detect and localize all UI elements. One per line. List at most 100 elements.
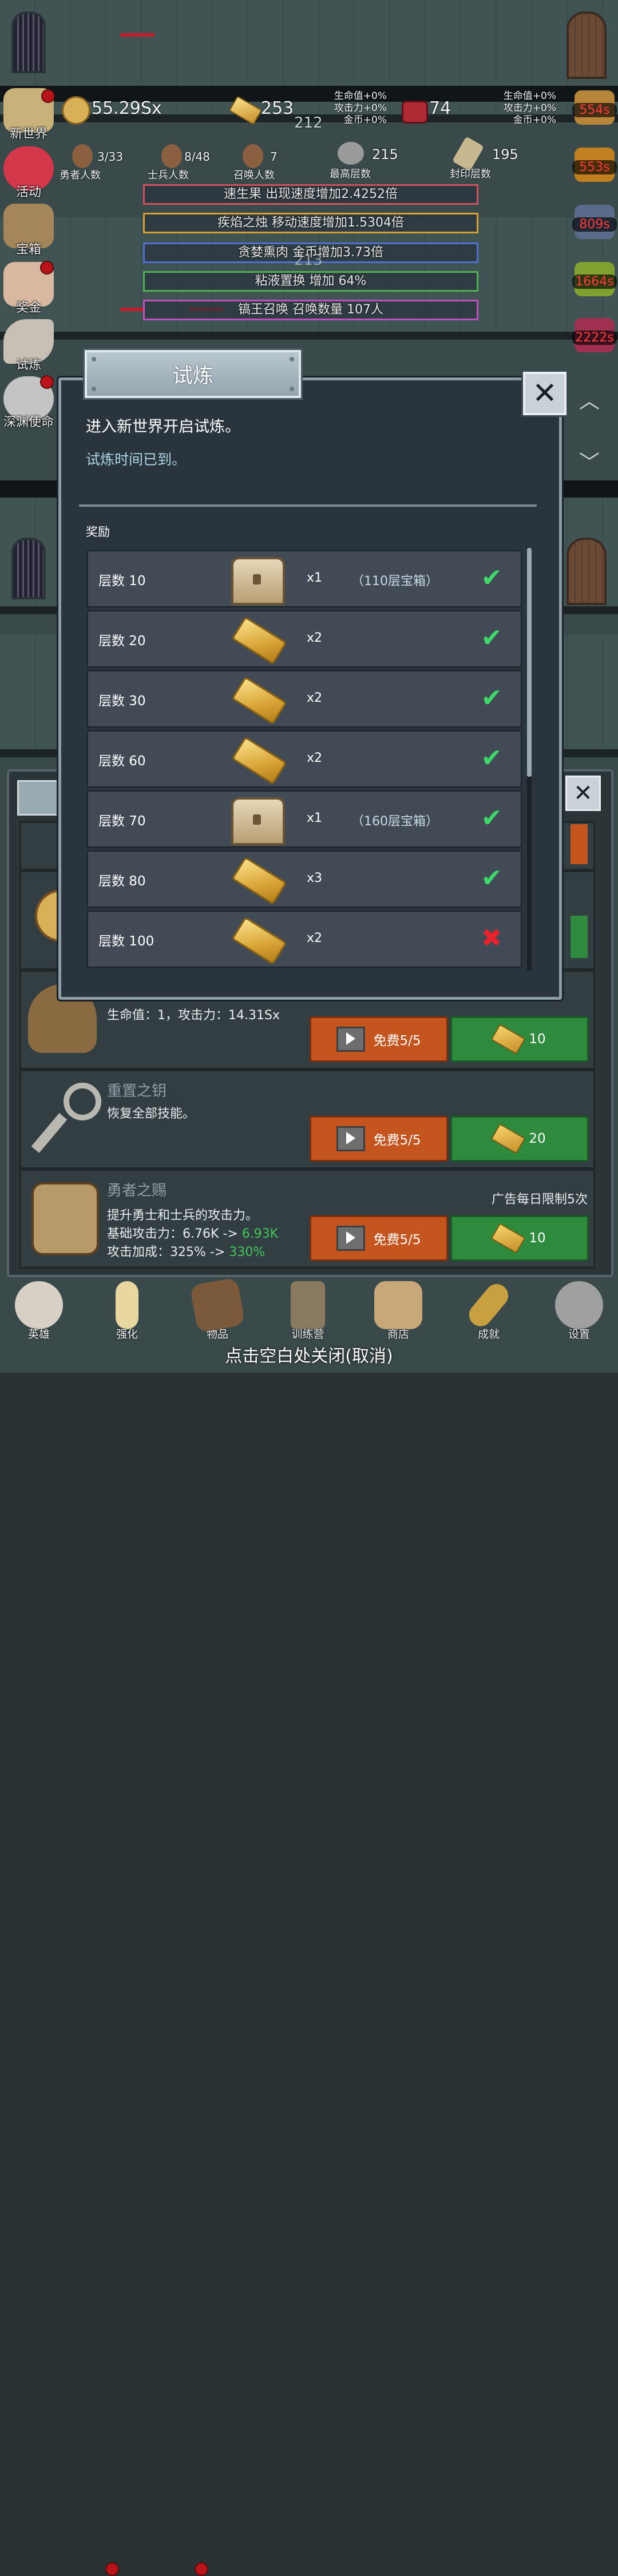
- check-icon: ✔: [481, 744, 502, 773]
- video-play-icon: [336, 1126, 366, 1151]
- side-item-chest[interactable]: 宝箱: [0, 204, 57, 257]
- enemy-health-bar: [120, 308, 143, 311]
- shop-row-reset-key: 重置之钥 恢复全部技能。 免费5/5 20: [19, 1070, 595, 1169]
- reward-row: 层数 60 x2 ✔: [87, 730, 522, 788]
- gold-bar-sub-value: 212: [294, 114, 323, 132]
- side-item-trial[interactable]: 试炼: [0, 319, 57, 373]
- shop-row-title: 勇者之赐: [107, 1182, 167, 1199]
- summon-icon: [243, 144, 263, 168]
- base-attack-line: 基础攻击力：6.76K -> 6.93K: [107, 1227, 279, 1241]
- buff-item: 速生果 出现速度增加2.4252倍: [143, 184, 478, 205]
- gold-bar-icon: [231, 916, 287, 965]
- tap-to-close-hint[interactable]: 点击空白处关闭(取消): [0, 1342, 618, 1367]
- book-icon: [189, 1277, 245, 1333]
- soldier-count: 8/48: [184, 150, 210, 164]
- timer-item[interactable]: 554s: [572, 90, 617, 134]
- buy-with-gold-button[interactable]: 10: [450, 1016, 589, 1062]
- buy-with-gold-button[interactable]: 20: [450, 1116, 589, 1162]
- ad-limit-note: 广告每日限制5次: [492, 1192, 588, 1207]
- hero-count: 3/33: [97, 150, 123, 164]
- window: [11, 11, 46, 73]
- lantern-icon: [291, 1281, 325, 1329]
- reward-row: 层数 20 x2 ✔: [87, 610, 522, 667]
- watch-ad-button[interactable]: 免费5/5: [310, 1116, 448, 1162]
- notification-dot: [41, 89, 55, 103]
- nav-item-training-camp[interactable]: 训练营: [279, 1281, 336, 1341]
- watch-ad-button[interactable]: 免费5/5: [310, 1016, 448, 1062]
- gold-bar-count: 253: [261, 98, 294, 118]
- timer-item[interactable]: 2222s: [572, 318, 617, 361]
- soldier-icon: [161, 144, 182, 168]
- summon-count: 7: [270, 150, 278, 164]
- coin-icon: [62, 96, 90, 125]
- buy-with-gold-button[interactable]: 10: [450, 1215, 589, 1261]
- skull-icon: [15, 1281, 63, 1329]
- divider: [79, 504, 537, 507]
- chest-icon: [231, 557, 285, 605]
- check-icon: ✔: [481, 623, 502, 653]
- timer-item[interactable]: 1664s: [572, 262, 617, 305]
- nav-item-achievements[interactable]: 成就: [460, 1279, 517, 1341]
- buff-item: 疾焰之烛 移动速度增加1.5304倍: [143, 213, 478, 233]
- left-bonus-stats: 生命值+0% 攻击力+0% 金币+0%: [334, 90, 387, 126]
- modal-title: 试炼: [172, 364, 213, 388]
- gem-icon: [402, 101, 428, 124]
- sealed-floor-label: 封印层数: [450, 168, 491, 180]
- shop-row-button[interactable]: [571, 916, 588, 958]
- watch-ad-button[interactable]: 免费5/5: [310, 1215, 448, 1261]
- scroll-down-button[interactable]: ﹀: [572, 446, 607, 476]
- hero-count-label: 勇者人数: [60, 169, 101, 181]
- shop-close-button[interactable]: ✕: [565, 776, 601, 811]
- modal-title-plate: 试炼: [85, 350, 301, 398]
- mug-icon: [374, 1281, 422, 1329]
- reward-row: 层数 30 x2 ✔: [87, 670, 522, 728]
- nav-item-items[interactable]: 物品: [189, 1277, 246, 1341]
- summon-count-label: 召唤人数: [233, 169, 275, 181]
- reward-row: 层数 10 x1 （110层宝箱） ✔: [87, 550, 522, 607]
- stone-icon: [338, 142, 364, 165]
- candle-icon: [116, 1281, 138, 1329]
- mug-icon: [31, 1182, 99, 1255]
- timer-item[interactable]: 809s: [572, 205, 617, 248]
- modal-close-button[interactable]: ✕: [523, 372, 566, 415]
- notification-dot: [40, 261, 54, 275]
- key-icon: [464, 1279, 513, 1331]
- gold-bar-icon: [231, 856, 287, 905]
- enemy-health-bar: [120, 33, 154, 37]
- reward-heading: 奖励: [86, 525, 110, 539]
- reward-row: 层数 100 x2 ✖: [87, 911, 522, 968]
- gold-bar-icon: [231, 676, 287, 725]
- door: [566, 538, 607, 605]
- notification-dot: [105, 2562, 119, 2576]
- gold-bar-icon: [490, 1024, 526, 1055]
- sealed-floor-value: 195: [492, 146, 518, 162]
- timer-item[interactable]: 553s: [572, 148, 617, 191]
- highest-floor-label: 最高层数: [330, 168, 371, 180]
- gold-bar-icon: [231, 616, 287, 665]
- side-item-events[interactable]: 活动: [0, 146, 57, 200]
- check-icon: ✔: [481, 864, 502, 893]
- notification-dot: [40, 375, 54, 389]
- nav-item-shop[interactable]: 商店: [370, 1281, 427, 1341]
- trial-status: 试炼时间已到。: [86, 451, 187, 468]
- attack-bonus-line: 攻击加成：325% -> 330%: [107, 1245, 266, 1259]
- floor-number: 213: [294, 252, 323, 269]
- trial-instruction: 进入新世界开启试炼。: [86, 418, 240, 436]
- reward-row: 层数 70 x1 （160层宝箱） ✔: [87, 790, 522, 848]
- check-icon: ✔: [481, 563, 502, 593]
- buff-item: 粘液置换 增加 64%: [143, 271, 478, 292]
- scroll-up-button[interactable]: ︿: [572, 384, 607, 414]
- reward-scroll-thumb[interactable]: [527, 548, 532, 777]
- shop-row-button[interactable]: [571, 824, 588, 864]
- buff-item: 镐王召唤 召唤数量 107人: [143, 300, 478, 320]
- gem-count: 74: [429, 98, 451, 118]
- nav-item-heroes[interactable]: 英雄: [10, 1281, 68, 1341]
- gear-icon: [555, 1281, 603, 1329]
- hero-icon: [72, 144, 93, 168]
- nav-item-upgrade[interactable]: 强化: [98, 1281, 156, 1341]
- shop-row-desc: 提升勇士和士兵的攻击力。: [107, 1209, 259, 1223]
- check-icon: ✔: [481, 683, 502, 713]
- shop-row-title: 重置之钥: [107, 1083, 167, 1100]
- door: [566, 11, 607, 79]
- nav-item-settings[interactable]: 设置: [550, 1281, 608, 1341]
